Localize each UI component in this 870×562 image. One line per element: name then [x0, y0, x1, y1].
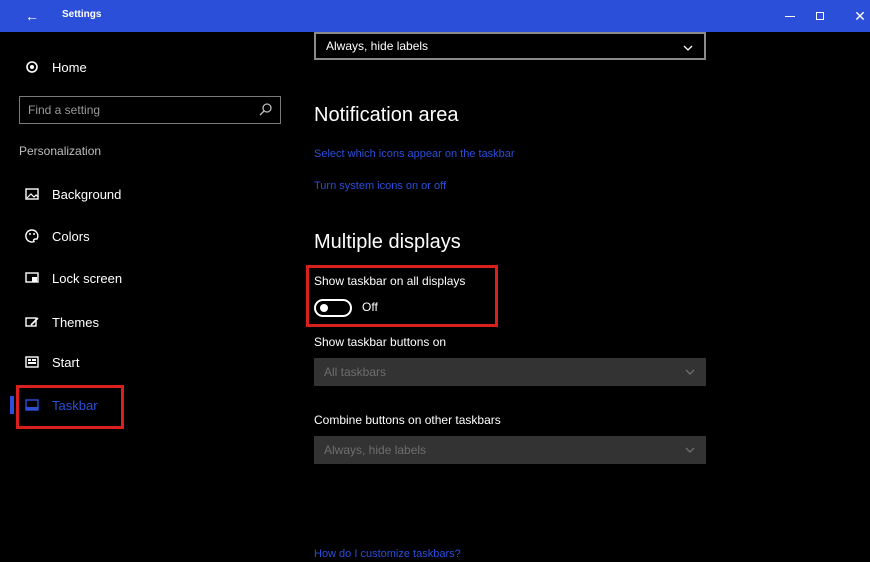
close-button[interactable]: ✕: [840, 4, 870, 28]
combine-buttons-dropdown[interactable]: Always, hide labels: [314, 436, 706, 464]
multiple-displays-heading: Multiple displays: [314, 231, 461, 253]
dropdown-value: All taskbars: [324, 365, 387, 379]
sidebar-item-label: Home: [52, 59, 87, 75]
sidebar-item-lock-screen[interactable]: Lock screen: [0, 260, 300, 296]
combine-buttons-label: Combine buttons on other taskbars: [314, 413, 501, 427]
section-label: Personalization: [19, 144, 102, 158]
search-input[interactable]: [20, 97, 250, 123]
sidebar-item-colors[interactable]: Colors: [0, 218, 300, 254]
sidebar-item-themes[interactable]: Themes: [0, 304, 300, 340]
window-title: Settings: [62, 9, 102, 20]
search-box[interactable]: [19, 96, 281, 124]
minimize-icon: [785, 15, 795, 17]
sidebar-item-label: Background: [52, 186, 122, 202]
help-link[interactable]: How do I customize taskbars?: [314, 548, 461, 560]
sidebar-item-label: Lock screen: [52, 270, 123, 286]
sidebar-item-label: Themes: [52, 314, 99, 330]
show-buttons-label: Show taskbar buttons on: [314, 335, 447, 349]
system-icons-link[interactable]: Turn system icons on or off: [314, 180, 446, 192]
show-buttons-dropdown[interactable]: All taskbars: [314, 358, 706, 386]
gear-icon: [24, 59, 40, 75]
sidebar-item-label: Start: [52, 354, 80, 370]
arrow-left-icon: ←: [25, 8, 39, 24]
maximize-button[interactable]: [800, 4, 840, 28]
notification-area-heading: Notification area: [314, 104, 459, 126]
chevron-down-icon: [685, 369, 695, 375]
chevron-down-icon: [683, 45, 693, 51]
sidebar-item-home[interactable]: Home: [0, 49, 300, 85]
back-button[interactable]: ←: [22, 7, 42, 25]
sidebar-item-background[interactable]: Background: [0, 176, 300, 212]
start-icon: [24, 354, 40, 370]
maximize-icon: [816, 12, 824, 20]
active-indicator: [10, 396, 14, 414]
themes-icon: [24, 314, 40, 330]
dropdown-value: Always, hide labels: [324, 443, 427, 457]
highlight-box-toggle: [306, 265, 498, 327]
sidebar-item-label: Colors: [52, 228, 90, 244]
chevron-down-icon: [685, 447, 695, 453]
taskbar-buttons-combine-dropdown[interactable]: Always, hide labels: [314, 32, 706, 60]
search-icon[interactable]: [258, 102, 274, 118]
select-icons-link[interactable]: Select which icons appear on the taskbar: [314, 148, 515, 160]
palette-icon: [24, 228, 40, 244]
close-icon: ✕: [854, 8, 866, 24]
title-bar: ← Settings ✕: [0, 0, 870, 32]
picture-icon: [24, 186, 40, 202]
lock-screen-icon: [24, 270, 40, 286]
dropdown-value: Always, hide labels: [326, 39, 429, 53]
sidebar-item-start[interactable]: Start: [0, 344, 300, 380]
sidebar: Home Personalization Background Colors L…: [0, 32, 300, 562]
highlight-box-taskbar: [16, 385, 124, 429]
